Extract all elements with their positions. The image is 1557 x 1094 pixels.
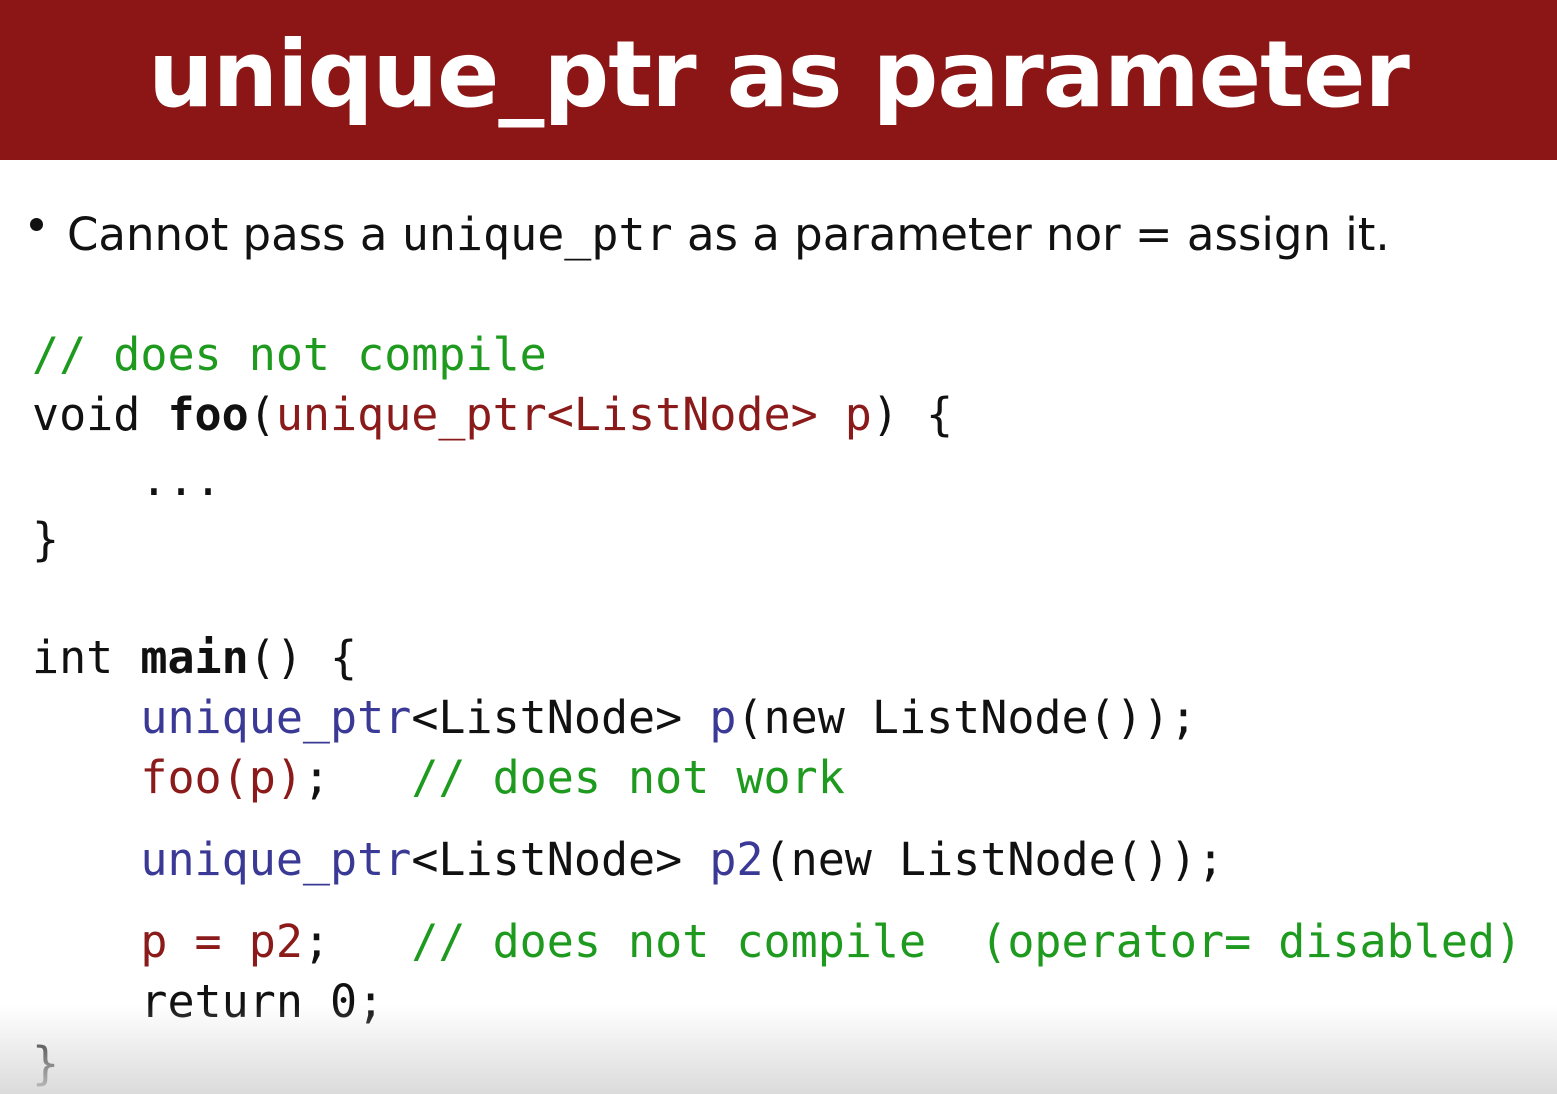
bullet-text-code: unique_ptr [401, 208, 673, 261]
code-comment: // does not work [411, 751, 845, 804]
code-punct: ; [302, 915, 412, 968]
code-line-10: p = p2; // does not compile (operator= d… [32, 912, 1522, 972]
code-ellipsis: ... [32, 453, 222, 506]
code-punct: ) { [871, 388, 954, 441]
code-punct: () { [248, 631, 358, 684]
code-comment: // does not compile (operator= disabled) [411, 915, 1523, 968]
code-assignment: p = p2 [140, 915, 303, 968]
code-keyword: void [32, 388, 168, 441]
code-template: <ListNode> [411, 833, 710, 886]
code-line-3: ... [32, 450, 222, 510]
code-type: unique_ptr [140, 691, 412, 744]
code-function-name: main [140, 631, 249, 684]
code-line-4: } [32, 510, 59, 570]
code-brace: } [32, 1037, 60, 1090]
code-call: foo(p) [140, 751, 303, 804]
code-variable: p2 [709, 833, 764, 886]
code-line-2: void foo(unique_ptr<ListNode> p) { [32, 385, 953, 445]
code-punct: ( [248, 388, 276, 441]
code-parameter: unique_ptr<ListNode> p [275, 388, 872, 441]
code-template: <ListNode> [411, 691, 710, 744]
code-brace: } [32, 513, 60, 566]
code-type: unique_ptr [140, 833, 412, 886]
code-variable: p [709, 691, 737, 744]
slide-title: unique_ptr as parameter [148, 21, 1410, 128]
code-line-11: return 0; [32, 972, 384, 1032]
code-function-name: foo [167, 388, 249, 441]
bullet-text-post: as a parameter nor = assign it. [672, 208, 1390, 261]
bullet-icon [30, 217, 43, 231]
code-comment: // does not compile [32, 328, 547, 381]
bullet-text-pre: Cannot pass a [67, 208, 402, 261]
code-return: return 0; [32, 975, 385, 1028]
code-expression: (new ListNode()); [763, 833, 1225, 886]
code-line-6: int main() { [32, 628, 357, 688]
code-line-1: // does not compile [32, 325, 547, 385]
code-punct: ; [302, 751, 412, 804]
code-line-9: unique_ptr<ListNode> p2(new ListNode()); [32, 830, 1224, 890]
code-expression: (new ListNode()); [736, 691, 1197, 744]
code-keyword: int [32, 631, 141, 684]
code-line-12: } [32, 1034, 59, 1094]
bullet-point: Cannot pass a unique_ptr as a parameter … [30, 200, 1390, 270]
code-line-7: unique_ptr<ListNode> p(new ListNode()); [32, 688, 1197, 748]
code-line-8: foo(p); // does not work [32, 748, 845, 808]
